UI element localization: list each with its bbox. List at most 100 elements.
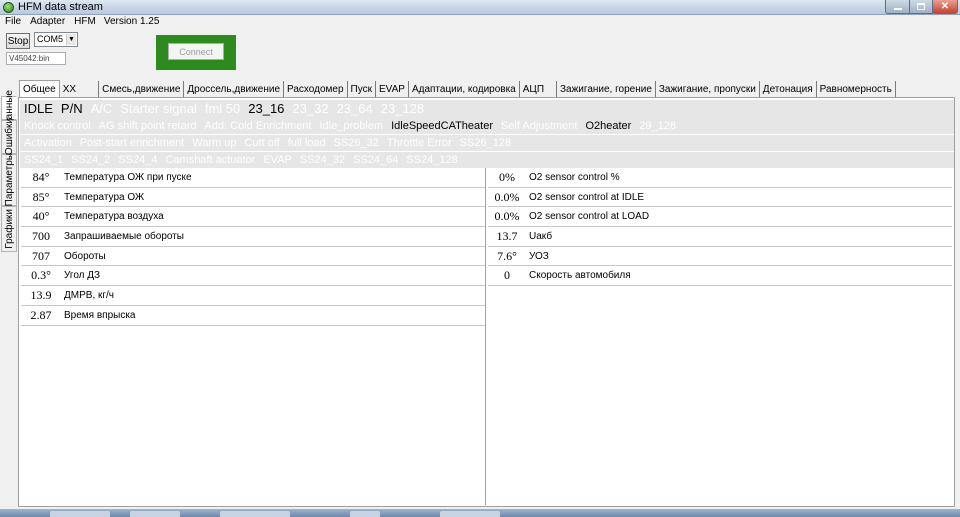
- param-label: O2 sensor control at IDLE: [529, 191, 645, 203]
- param-label: O2 sensor control at LOAD: [529, 211, 650, 223]
- tab-knock[interactable]: Детонация: [759, 81, 817, 97]
- param-value: 85°: [32, 189, 50, 204]
- connect-button[interactable]: Connect: [168, 43, 224, 60]
- tab-adc[interactable]: АЦП: [519, 81, 558, 97]
- status-flag: 23_64: [336, 101, 373, 116]
- table-row[interactable]: 84° Температура ОЖ при пуске: [21, 168, 485, 188]
- param-label: ДМРВ, кг/ч: [64, 289, 115, 301]
- main-tabs: Общее XX Смесь,движение Дроссель,движени…: [19, 80, 896, 97]
- param-value: 0.0%: [494, 189, 520, 204]
- menu-adapter[interactable]: Adapter: [25, 15, 69, 29]
- param-value: 13.7: [496, 228, 518, 243]
- status-flag: SS24_1: [24, 154, 64, 166]
- menu-version[interactable]: Version 1.25: [100, 15, 164, 29]
- param-value: 40°: [32, 209, 50, 224]
- window-title: HFM data stream: [18, 1, 103, 13]
- param-value: 84°: [32, 169, 50, 184]
- taskbar-button[interactable]: [130, 511, 180, 517]
- param-label: Скорость автомобиля: [529, 270, 631, 282]
- side-tab-graphs[interactable]: Графики: [1, 206, 17, 252]
- table-row[interactable]: 85° Температура ОЖ: [21, 188, 485, 208]
- status-flag: Camshaft actuator: [165, 154, 256, 166]
- tab-evap[interactable]: EVAP: [376, 81, 409, 97]
- table-row[interactable]: 7.6° УОЗ: [488, 247, 952, 267]
- param-label: УОЗ: [529, 250, 549, 262]
- file-name-field[interactable]: V45042.bin: [6, 52, 66, 65]
- tab-adaptations[interactable]: Адаптации, кодировка: [408, 81, 520, 97]
- status-flag: SS24_32: [299, 154, 346, 166]
- taskbar-button[interactable]: [220, 511, 290, 517]
- side-tab-data[interactable]: Данные: [1, 90, 17, 126]
- tab-ignition-misfire[interactable]: Зажигание, пропуски: [655, 81, 760, 97]
- stop-button[interactable]: Stop: [6, 33, 30, 49]
- status-flag: Activation: [24, 137, 72, 149]
- status-flag: P/N: [60, 101, 83, 116]
- param-label: Uакб: [529, 230, 553, 242]
- left-parameter-list: 84° Температура ОЖ при пуске 85° Температу…: [21, 168, 485, 326]
- table-row[interactable]: 0.0% O2 sensor control at LOAD: [488, 207, 952, 228]
- status-flag: IDLE: [24, 101, 53, 116]
- status-flag: AG shift point retard: [98, 120, 197, 132]
- close-button[interactable]: ✕: [932, 0, 958, 14]
- status-flag: SS26_32: [333, 137, 379, 149]
- chevron-down-icon[interactable]: ▼: [66, 34, 76, 45]
- param-value: 0%: [499, 169, 515, 184]
- menu-file[interactable]: File: [0, 15, 25, 29]
- table-row[interactable]: 40° Температура воздуха: [21, 207, 485, 228]
- minimize-icon: [893, 8, 902, 10]
- side-tab-errors[interactable]: Ошибки: [1, 118, 17, 156]
- status-flag: Add. Cold Enrichment: [204, 120, 312, 132]
- tab-xx[interactable]: XX: [59, 81, 100, 97]
- status-flag: SS26_128: [459, 137, 512, 149]
- status-flag: 29_128: [639, 120, 677, 132]
- table-row[interactable]: 0 Скорость автомобиля: [488, 266, 952, 287]
- table-row[interactable]: 0.3° Угол ДЗ: [21, 266, 485, 287]
- param-value: 700: [32, 228, 50, 243]
- table-row[interactable]: 13.9 ДМРВ, кг/ч: [21, 286, 485, 306]
- menu-bar: File Adapter HFM Version 1.25: [0, 15, 960, 29]
- taskbar-button[interactable]: [440, 511, 500, 517]
- status-flag: full load: [287, 137, 326, 149]
- tab-start[interactable]: Пуск: [347, 81, 376, 97]
- table-row[interactable]: 707 Обороты: [21, 247, 485, 267]
- menu-hfm[interactable]: HFM: [69, 15, 100, 29]
- side-tab-parameters[interactable]: Параметры: [1, 153, 17, 207]
- tab-throttle[interactable]: Дроссель,движение: [184, 81, 285, 97]
- status-flag: Post-start enrichment: [79, 137, 185, 149]
- tab-mass-airflow[interactable]: Расходомер: [284, 81, 348, 97]
- status-flag: A/C: [90, 101, 113, 116]
- table-row[interactable]: 13.7 Uакб: [488, 227, 952, 247]
- param-label: Температура ОЖ: [64, 191, 145, 203]
- status-row-4: SS24_1 SS24_2 SS24_4 Camshaft actuator EVAP S…: [20, 152, 954, 168]
- close-icon: ✕: [940, 1, 950, 12]
- tab-mixture[interactable]: Смесь,движение: [99, 81, 185, 97]
- tab-smoothness[interactable]: Равномерность: [816, 81, 896, 97]
- minimize-button[interactable]: [885, 0, 910, 14]
- table-row[interactable]: 700 Запрашиваемые обороты: [21, 227, 485, 247]
- tab-ignition-combustion[interactable]: Зажигание, горение: [557, 81, 656, 97]
- com-port-select[interactable]: COM5 ▼: [34, 32, 78, 47]
- table-row[interactable]: 0.0% O2 sensor control at IDLE: [488, 188, 952, 208]
- taskbar-button[interactable]: [50, 511, 110, 517]
- tab-general[interactable]: Общее: [19, 80, 60, 97]
- status-flag: Starter signal: [120, 101, 197, 116]
- param-label: Температура воздуха: [64, 211, 164, 223]
- maximize-icon: [917, 3, 925, 10]
- taskbar: [0, 509, 960, 517]
- status-flag: SS24_128: [406, 154, 458, 166]
- table-row[interactable]: 2.87 Время впрыска: [21, 306, 485, 326]
- param-value: 7.6°: [497, 248, 517, 263]
- taskbar-button[interactable]: [350, 511, 380, 517]
- param-label: Время впрыска: [64, 309, 136, 321]
- table-row[interactable]: 0% O2 sensor control %: [488, 168, 952, 188]
- status-row-2: Knock control AG shift point retard Add. C…: [20, 118, 954, 134]
- param-label: Обороты: [64, 250, 106, 262]
- status-flag: 23_32: [292, 101, 329, 116]
- param-label: Угол ДЗ: [64, 270, 101, 282]
- com-port-value: COM5: [37, 34, 64, 44]
- param-value: 0.0%: [494, 209, 520, 224]
- status-flag: O2heater: [585, 120, 632, 132]
- status-flag: 23_16: [248, 101, 285, 116]
- status-flag: Knock control: [24, 120, 91, 132]
- maximize-button[interactable]: [909, 0, 933, 14]
